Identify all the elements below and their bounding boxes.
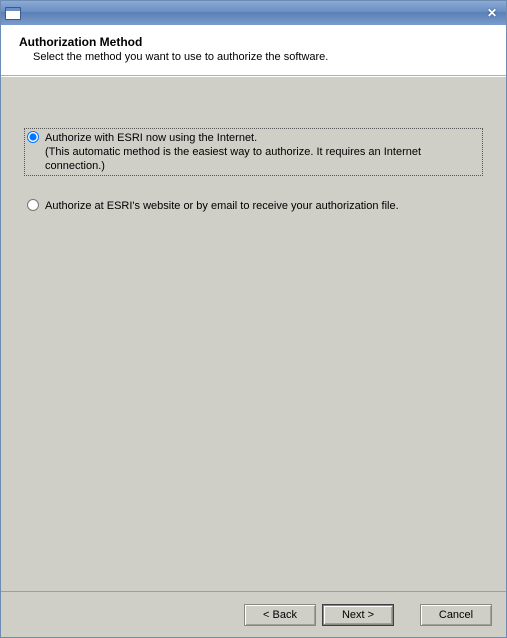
option-authorize-website-email[interactable]: Authorize at ESRI's website or by email … <box>25 197 482 215</box>
option-label: Authorize at ESRI's website or by email … <box>45 200 399 212</box>
cancel-button[interactable]: Cancel <box>420 604 492 626</box>
close-icon: ✕ <box>487 6 497 20</box>
next-button[interactable]: Next > <box>322 604 394 626</box>
radio-authorize-internet[interactable] <box>27 131 39 143</box>
page-subtitle: Select the method you want to use to aut… <box>19 51 488 63</box>
footer: < Back Next > Cancel <box>1 591 506 637</box>
titlebar[interactable]: ✕ <box>1 1 506 25</box>
wizard-window: ✕ Authorization Method Select the method… <box>0 0 507 638</box>
back-button[interactable]: < Back <box>244 604 316 626</box>
option-text: Authorize with ESRI now using the Intern… <box>45 131 478 173</box>
radio-authorize-website-email[interactable] <box>27 199 39 211</box>
body-area: Authorize with ESRI now using the Intern… <box>1 76 506 591</box>
option-label: Authorize with ESRI now using the Intern… <box>45 132 257 144</box>
page-title: Authorization Method <box>19 35 488 49</box>
close-button[interactable]: ✕ <box>482 5 502 21</box>
authorization-options: Authorize with ESRI now using the Intern… <box>1 77 506 215</box>
option-sublabel: (This automatic method is the easiest wa… <box>45 145 478 173</box>
option-authorize-internet[interactable]: Authorize with ESRI now using the Intern… <box>25 129 482 175</box>
option-text: Authorize at ESRI's website or by email … <box>45 199 399 213</box>
header-band: Authorization Method Select the method y… <box>1 25 506 76</box>
system-menu-icon[interactable] <box>5 7 21 20</box>
